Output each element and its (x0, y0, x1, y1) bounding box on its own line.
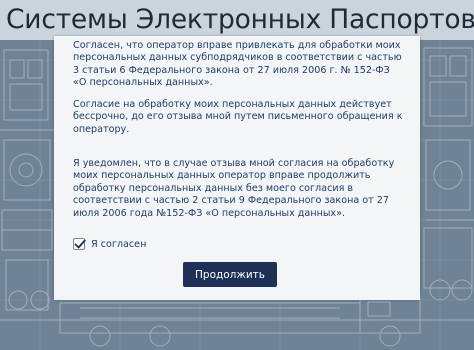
consent-checkbox-row[interactable]: Я согласен (73, 236, 223, 252)
consent-dialog: Согласен, что оператор вправе привлекать… (54, 36, 420, 300)
consent-paragraph-withdrawal: Я уведомлен, что в случае отзыва мной со… (73, 158, 395, 219)
checkmark-icon (74, 239, 86, 249)
header-banner: Системы Электронных Паспортов (0, 0, 474, 40)
page-title: Системы Электронных Паспортов (6, 4, 474, 35)
consent-checkbox-label: Я согласен (91, 238, 147, 250)
consent-checkbox[interactable] (73, 238, 86, 250)
consent-paragraph-duration: Согласие на обработку моих персональных … (73, 99, 403, 135)
continue-button[interactable]: Продолжить (183, 262, 277, 287)
consent-paragraph-subcontractors: Согласен, что оператор вправе привлекать… (73, 40, 402, 89)
